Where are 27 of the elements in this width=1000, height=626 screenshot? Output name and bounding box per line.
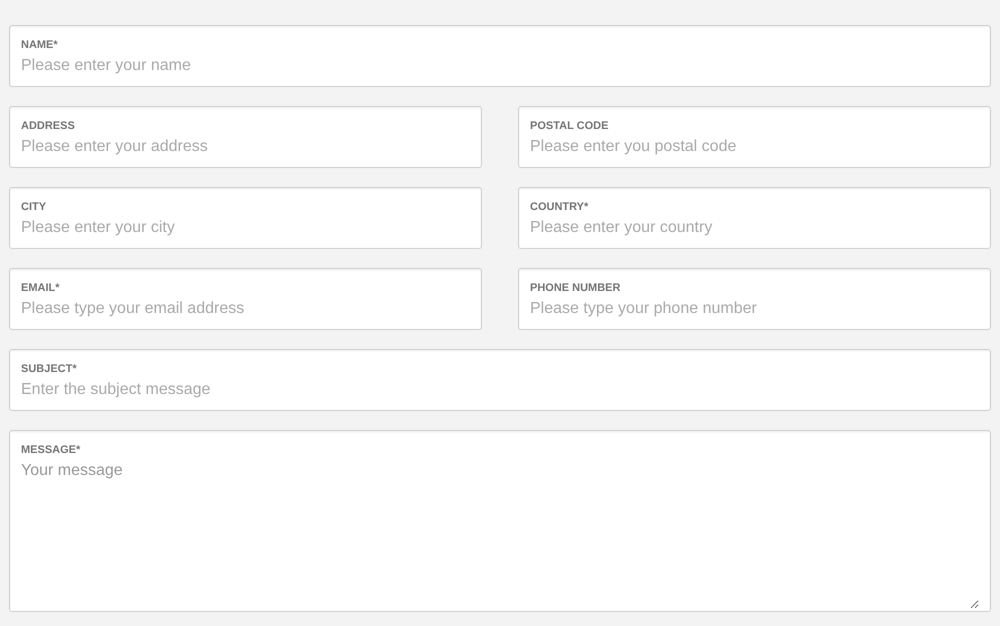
field-label: ADDRESS xyxy=(21,119,75,133)
field-label: MESSAGE* xyxy=(21,443,80,457)
text-input[interactable]: Please enter your address xyxy=(21,135,470,159)
input-field[interactable]: SUBJECT* Enter the subject message xyxy=(9,349,991,411)
field-label: PHONE NUMBER xyxy=(530,281,620,295)
input-field[interactable]: COUNTRY* Please enter your country xyxy=(518,187,991,249)
field-label: CITY xyxy=(21,200,46,214)
message-box[interactable]: MESSAGE* Your message xyxy=(9,430,991,612)
input-field[interactable]: EMAIL* Please type your email address xyxy=(9,268,482,330)
input-field[interactable]: PHONE NUMBER Please type your phone number xyxy=(518,268,991,330)
input-field[interactable]: POSTAL CODE Please enter you postal code xyxy=(518,106,991,168)
text-input[interactable]: Please enter your name xyxy=(21,54,979,78)
field-label: NAME* xyxy=(21,38,58,52)
field-label: SUBJECT* xyxy=(21,362,77,376)
field-label: EMAIL* xyxy=(21,281,60,295)
text-input[interactable]: Please enter your country xyxy=(530,216,979,240)
input-field[interactable]: CITY Please enter your city xyxy=(9,187,482,249)
field-label: POSTAL CODE xyxy=(530,119,608,133)
text-input[interactable]: Please enter you postal code xyxy=(530,135,979,159)
text-input[interactable]: Enter the subject message xyxy=(21,378,979,402)
message-input[interactable]: Your message xyxy=(21,461,979,609)
input-field[interactable]: ADDRESS Please enter your address xyxy=(9,106,482,168)
text-input[interactable]: Please type your email address xyxy=(21,297,470,321)
text-input[interactable]: Please enter your city xyxy=(21,216,470,240)
input-field[interactable]: NAME* Please enter your name xyxy=(9,25,991,87)
field-label: COUNTRY* xyxy=(530,200,588,214)
text-input[interactable]: Please type your phone number xyxy=(530,297,979,321)
